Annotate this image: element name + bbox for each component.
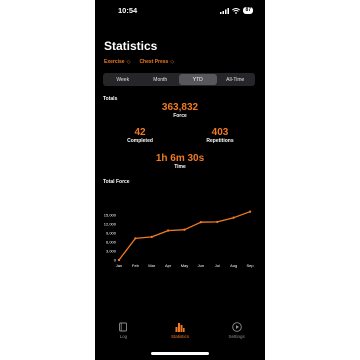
repetitions-label: Repetitions — [206, 138, 234, 144]
x-tick-label: Mar — [148, 263, 156, 268]
x-tick-label: Apr — [165, 263, 172, 268]
time-label: Time — [174, 164, 186, 170]
time-stat: 1h 6m 30s Time — [135, 153, 225, 170]
completed-stat: 42 Completed — [110, 127, 170, 144]
totals-heading: Totals — [103, 96, 118, 102]
x-tick-label: Sep — [246, 263, 254, 268]
play-circle-icon — [231, 322, 242, 332]
completed-label: Completed — [127, 138, 153, 144]
page-title: Statistics — [104, 39, 158, 53]
y-tick-label: 12,000 — [104, 222, 117, 227]
total-force-heading: Total Force — [103, 179, 130, 185]
force-label: Force — [173, 113, 187, 119]
tab-settings[interactable]: Settings — [212, 322, 262, 360]
tab-statistics-label: Statistics — [170, 334, 189, 339]
force-value: 363,832 — [161, 102, 199, 113]
filter-row: Exercise ◇ Chest Press ◇ — [104, 59, 174, 65]
phone-screen: 10:54 87 Statistics Exercise ◇ Chest Pre… — [95, 0, 265, 360]
completed-value: 42 — [134, 127, 146, 138]
x-tick-label: May — [181, 263, 189, 268]
chevron-updown-icon: ◇ — [126, 59, 131, 65]
force-data-point — [183, 228, 186, 231]
bar-chart-icon — [175, 323, 185, 332]
status-time: 10:54 — [118, 6, 138, 15]
x-tick-label: Jun — [198, 263, 204, 268]
total-force-chart: 0 3,000 6,000 9,000 12,000 15,000 Jan Feb Mar Apr… — [104, 210, 254, 268]
x-tick-label: Feb — [132, 263, 140, 268]
force-data-point — [134, 237, 137, 240]
status-bar: 10:54 87 — [95, 6, 265, 18]
period-month[interactable]: Month — [142, 74, 180, 85]
period-ytd[interactable]: YTD — [179, 74, 217, 85]
force-stat: 363,832 Force — [140, 102, 220, 119]
home-indicator — [151, 352, 209, 355]
repetitions-value: 403 — [211, 127, 229, 138]
chest-press-filter-label: Chest Press — [139, 59, 169, 65]
exercise-filter-label: Exercise — [104, 59, 125, 65]
y-tick-label: 6,000 — [106, 240, 117, 245]
force-data-point — [166, 229, 170, 232]
force-data-point — [216, 220, 219, 224]
tab-log[interactable]: Log — [98, 322, 148, 360]
x-tick-label: Aug — [230, 263, 237, 268]
signal-icon — [220, 7, 230, 14]
x-tick-label: Jan — [116, 263, 122, 268]
x-tick-label: Jul — [215, 263, 220, 268]
force-data-point — [150, 235, 153, 239]
repetitions-stat: 403 Repetitions — [190, 127, 250, 144]
chevron-updown-icon: ◇ — [170, 59, 175, 65]
force-data-point — [117, 258, 121, 262]
y-tick-label: 3,000 — [106, 249, 117, 254]
status-icons: 87 — [220, 7, 253, 14]
period-week[interactable]: Week — [104, 74, 142, 85]
tab-settings-label: Settings — [228, 334, 245, 339]
period-segmented-control: Week Month YTD All-Time — [103, 73, 255, 86]
time-value: 1h 6m 30s — [155, 153, 205, 164]
chest-press-filter[interactable]: Chest Press ◇ — [139, 59, 174, 65]
force-series-line — [118, 211, 251, 261]
force-data-point — [248, 210, 252, 213]
force-data-point — [232, 216, 235, 219]
y-tick-label: 9,000 — [106, 231, 117, 236]
log-book-icon — [119, 322, 128, 332]
y-tick-label: 15,000 — [104, 213, 117, 218]
y-tick-label: 0 — [114, 258, 117, 263]
battery-icon: 87 — [243, 7, 253, 14]
force-data-point — [199, 221, 203, 224]
wifi-icon — [232, 7, 241, 14]
exercise-filter[interactable]: Exercise ◇ — [104, 59, 130, 65]
period-all-time[interactable]: All-Time — [217, 74, 255, 85]
tab-log-label: Log — [119, 334, 128, 339]
